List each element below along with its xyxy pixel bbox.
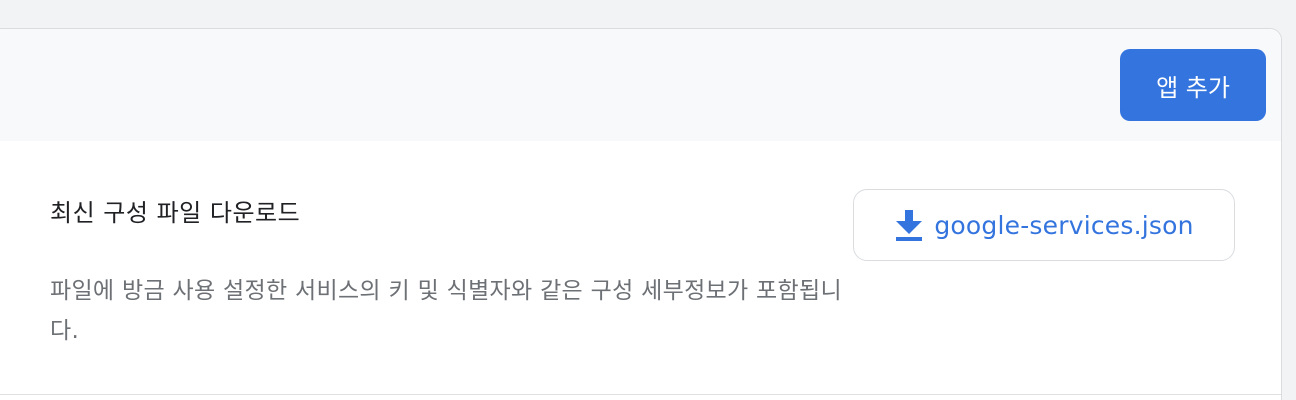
section-description: 파일에 방금 사용 설정한 서비스의 키 및 식별자와 같은 구성 세부정보가 … xyxy=(50,278,842,344)
page: 앱 추가 최신 구성 파일 다운로드 파일에 방금 사용 설정한 서비스의 키 … xyxy=(0,0,1296,400)
download-config-button[interactable]: google-services.json xyxy=(853,189,1235,261)
download-file-name: google-services.json xyxy=(934,210,1194,240)
section-title: 최신 구성 파일 다운로드 xyxy=(50,199,301,227)
section-divider xyxy=(0,394,1281,395)
download-icon xyxy=(894,208,924,242)
app-config-card: 앱 추가 최신 구성 파일 다운로드 파일에 방금 사용 설정한 서비스의 키 … xyxy=(0,28,1282,400)
config-file-section: 최신 구성 파일 다운로드 파일에 방금 사용 설정한 서비스의 키 및 식별자… xyxy=(0,141,1281,400)
add-app-button[interactable]: 앱 추가 xyxy=(1120,49,1266,121)
card-header: 앱 추가 xyxy=(0,29,1281,141)
